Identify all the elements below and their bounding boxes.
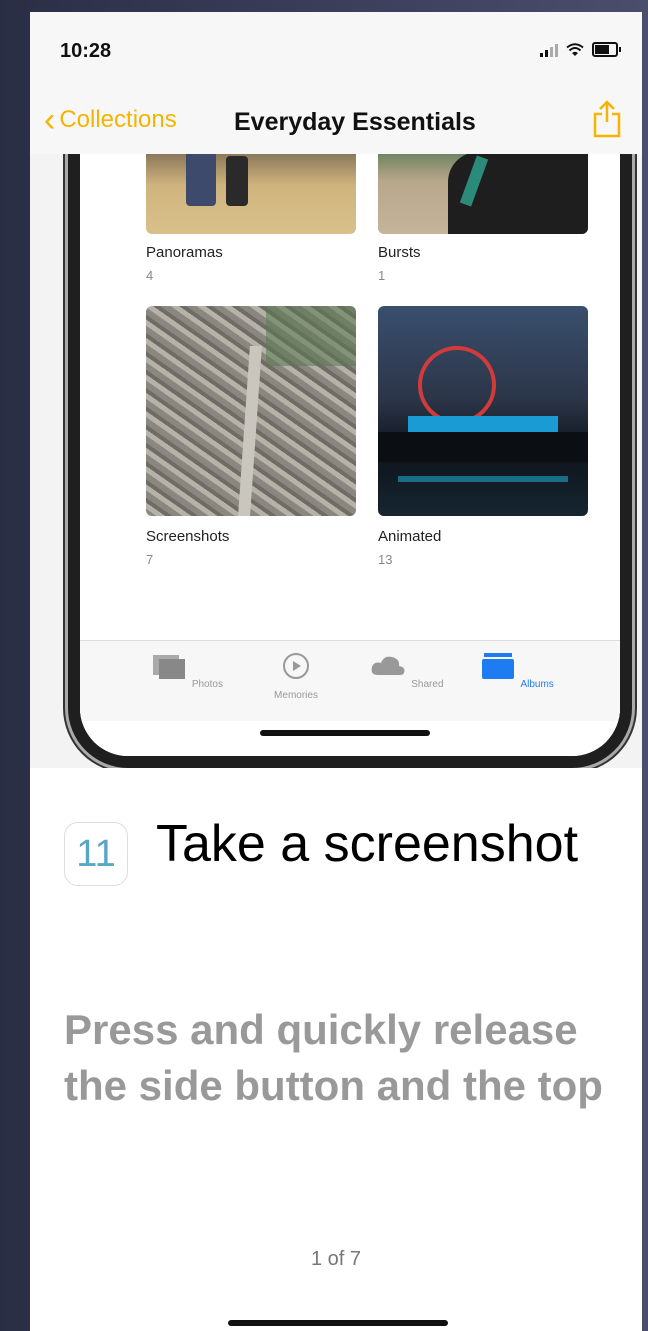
tab-label: Memories	[274, 690, 318, 701]
album-count: 1	[378, 268, 386, 283]
device-screen: Panoramas 4 Bursts 1 Screenshots 7 Anima…	[80, 154, 620, 756]
tab-photos[interactable]: Photos	[146, 651, 226, 690]
photos-icon	[153, 655, 186, 679]
album-thumb-screenshots[interactable]	[146, 306, 356, 516]
status-time: 10:28	[60, 40, 112, 62]
albums-icon	[482, 653, 515, 679]
album-name: Bursts	[378, 244, 421, 261]
wifi-icon	[566, 42, 584, 56]
tip-description: Press and quickly release the side butto…	[64, 1006, 603, 1109]
tab-bar: Photos Memories Shared Albums	[80, 640, 620, 721]
tab-albums[interactable]: Albums	[476, 651, 556, 690]
cloud-icon	[372, 656, 405, 675]
home-indicator[interactable]	[228, 1320, 448, 1326]
cellular-signal-icon	[540, 43, 558, 57]
back-button[interactable]: ‹ Collections	[44, 101, 177, 139]
share-icon[interactable]	[592, 100, 622, 138]
tip-content: 11 Take a screenshot Press and quickly r…	[30, 768, 642, 1331]
tab-label: Photos	[191, 679, 223, 690]
status-icons	[540, 42, 621, 57]
tip-title: Take a screenshot	[156, 815, 579, 873]
battery-icon	[592, 42, 621, 57]
chevron-left-icon: ‹	[44, 101, 56, 139]
album-thumb-bursts[interactable]	[378, 154, 588, 234]
album-thumb-animated[interactable]	[378, 306, 588, 516]
album-name: Animated	[378, 528, 442, 545]
album-count: 4	[146, 268, 154, 283]
ios-11-badge-icon: 11	[64, 822, 128, 886]
tab-label: Shared	[411, 679, 444, 690]
tip-illustration: Panoramas 4 Bursts 1 Screenshots 7 Anima…	[30, 154, 642, 768]
memories-icon	[283, 653, 309, 679]
navigation-bar: ‹ Collections Everyday Essentials	[30, 84, 642, 155]
device-frame: Panoramas 4 Bursts 1 Screenshots 7 Anima…	[68, 154, 632, 768]
album-name: Panoramas	[146, 244, 223, 261]
tab-shared[interactable]: Shared	[366, 651, 446, 690]
status-bar: 10:28	[30, 12, 642, 84]
album-count: 13	[378, 552, 393, 567]
back-label: Collections	[59, 106, 177, 133]
album-thumb-panoramas[interactable]	[146, 154, 356, 234]
phone-screen: 10:28 ‹ Collections Everyday Essentials	[30, 12, 642, 1331]
page-indicator: 1 of 7	[310, 1248, 362, 1270]
tab-label: Albums	[520, 679, 554, 690]
device-home-indicator	[260, 730, 430, 736]
badge-text: 11	[76, 832, 116, 875]
album-name: Screenshots	[146, 528, 230, 545]
page-title: Everyday Essentials	[234, 108, 476, 136]
tab-memories[interactable]: Memories	[256, 651, 336, 701]
album-count: 7	[146, 552, 154, 567]
